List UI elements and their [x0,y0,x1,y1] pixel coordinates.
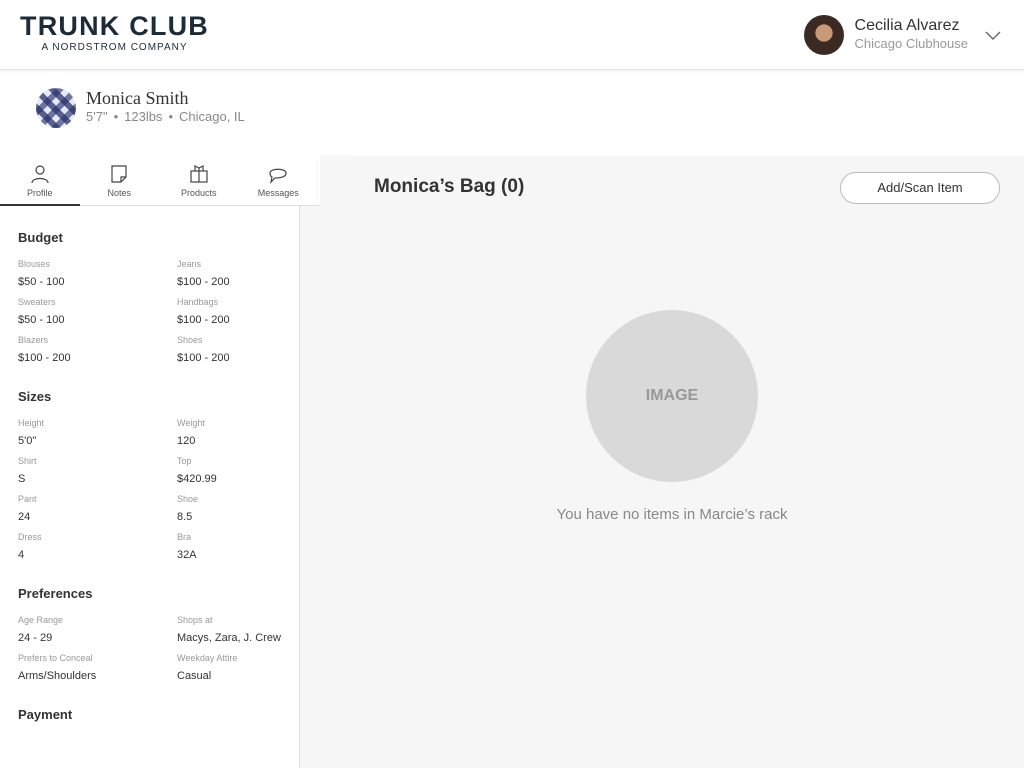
field-value: 8.5 [177,511,193,523]
brand-logo[interactable]: TRUNK CLUB A NORDSTROM COMPANY [20,12,209,53]
customer-location: Chicago, IL [179,109,245,124]
payment-section: Payment [0,707,299,722]
note-icon [111,165,127,183]
customer-meta: 5'7" • 123lbs • Chicago, IL [86,109,245,124]
field-bra: Bra 32A [177,532,301,562]
tab-notes-label: Notes [107,188,131,198]
field-weekday-attire: Weekday Attire Casual [177,653,301,683]
field-value: 24 - 29 [18,632,53,644]
field-value: 32A [177,549,197,561]
field-label: Shirt [18,456,37,466]
field-top: Top $420.99 [177,456,301,486]
customer-avatar [36,88,76,128]
field-shirt: Shirt S [18,456,177,486]
field-value: 4 [18,549,25,561]
sizes-section: Sizes Height 5'0" Weight 120 Shirt S Top $42… [0,389,299,562]
user-avatar [803,15,844,55]
field-label: Shoes [177,335,203,345]
field-handbags: Handbags $100 - 200 [177,297,301,327]
tab-profile[interactable]: Profile [0,156,80,206]
field-blazers: Blazers $100 - 200 [18,335,177,365]
tab-products-label: Products [180,188,217,198]
field-value: 120 [177,435,196,447]
field-value: $100 - 200 [18,352,71,364]
panel-tabs: Profile Notes Products Messages [0,156,354,206]
person-icon [31,165,49,184]
field-blouses: Blouses $50 - 100 [18,259,177,289]
field-value: Arms/Shoulders [18,670,97,682]
add-scan-item-button[interactable]: Add/Scan Item [840,172,1000,204]
empty-rack-message: You have no items in Marcie’s rack [556,506,788,523]
field-value: $50 - 100 [18,314,65,326]
field-shoe: Shoe 8.5 [177,494,301,524]
field-label: Weekday Attire [177,653,238,663]
field-value: 5'0" [18,435,37,447]
section-title: Payment [18,707,73,722]
field-label: Handbags [177,297,219,307]
field-sweaters: Sweaters $50 - 100 [18,297,177,327]
bag-panel: Monica’s Bag (0) Add/Scan Item IMAGE You… [320,156,1024,768]
field-pant: Pant 24 [18,494,177,524]
brand-name: TRUNK CLUB [20,11,209,41]
field-label: Prefers to Conceal [18,653,93,663]
section-title: Budget [18,230,63,245]
user-name: Cecilia Alvarez [854,17,960,34]
field-dress: Dress 4 [18,532,177,562]
image-placeholder: IMAGE [586,310,758,482]
customer-header: Monica Smith 5'7" • 123lbs • Chicago, IL [0,70,1024,156]
field-value: Casual [177,670,212,682]
field-value: $100 - 200 [177,276,230,288]
tab-notes[interactable]: Notes [79,156,159,206]
field-label: Top [177,456,192,466]
field-prefers-to-conceal: Prefers to Conceal Arms/Shoulders [18,653,177,683]
customer-weight: 123lbs [124,109,163,124]
profile-panel: Profile Notes Products Messages Budget B… [0,156,354,768]
field-age-range: Age Range 24 - 29 [18,615,177,645]
field-label: Weight [177,418,205,428]
field-label: Height [18,418,45,428]
field-label: Blouses [18,259,51,269]
field-label: Pant [18,494,37,504]
field-weight: Weight 120 [177,418,301,448]
customer-name: Monica Smith [86,88,189,108]
field-label: Jeans [177,259,202,269]
field-height: Height 5'0" [18,418,177,448]
preferences-section: Preferences Age Range 24 - 29 Shops at Mac… [0,586,299,683]
field-label: Shoe [177,494,199,504]
budget-section: Budget Blouses $50 - 100 Jeans $100 - 200 … [0,230,299,365]
tab-products[interactable]: Products [159,156,239,206]
field-label: Dress [18,532,42,542]
field-value: $100 - 200 [177,352,230,364]
field-shops-at: Shops at Macys, Zara, J. Crew [177,615,301,645]
field-label: Shops at [177,615,213,625]
tab-profile-label: Profile [26,188,53,198]
field-value: Macys, Zara, J. Crew [177,632,281,644]
tab-messages-label: Messages [257,188,299,198]
field-label: Sweaters [18,297,56,307]
field-shoes: Shoes $100 - 200 [177,335,301,365]
field-value: $100 - 200 [177,314,230,326]
section-title: Sizes [18,389,52,404]
brand-subtitle: A NORDSTROM COMPANY [41,42,188,53]
user-menu[interactable]: Cecilia Alvarez Chicago Clubhouse [803,15,1002,55]
top-bar: TRUNK CLUB A NORDSTROM COMPANY Cecilia A… [0,0,1024,70]
customer-height: 5'7" [86,109,108,124]
chevron-down-icon[interactable] [984,29,1002,41]
section-title: Preferences [18,586,93,601]
chat-bubble-icon [269,168,287,184]
field-label: Age Range [18,615,64,625]
user-location: Chicago Clubhouse [854,36,968,51]
field-jeans: Jeans $100 - 200 [177,259,301,289]
field-value: 24 [18,511,31,523]
field-label: Bra [177,532,192,542]
field-label: Blazers [18,335,49,345]
bag-title: Monica’s Bag (0) [374,176,525,197]
field-value: S [18,473,26,485]
shirt-box-icon [190,165,208,183]
tab-messages[interactable]: Messages [238,156,318,206]
field-value: $50 - 100 [18,276,65,288]
field-value: $420.99 [177,473,217,485]
